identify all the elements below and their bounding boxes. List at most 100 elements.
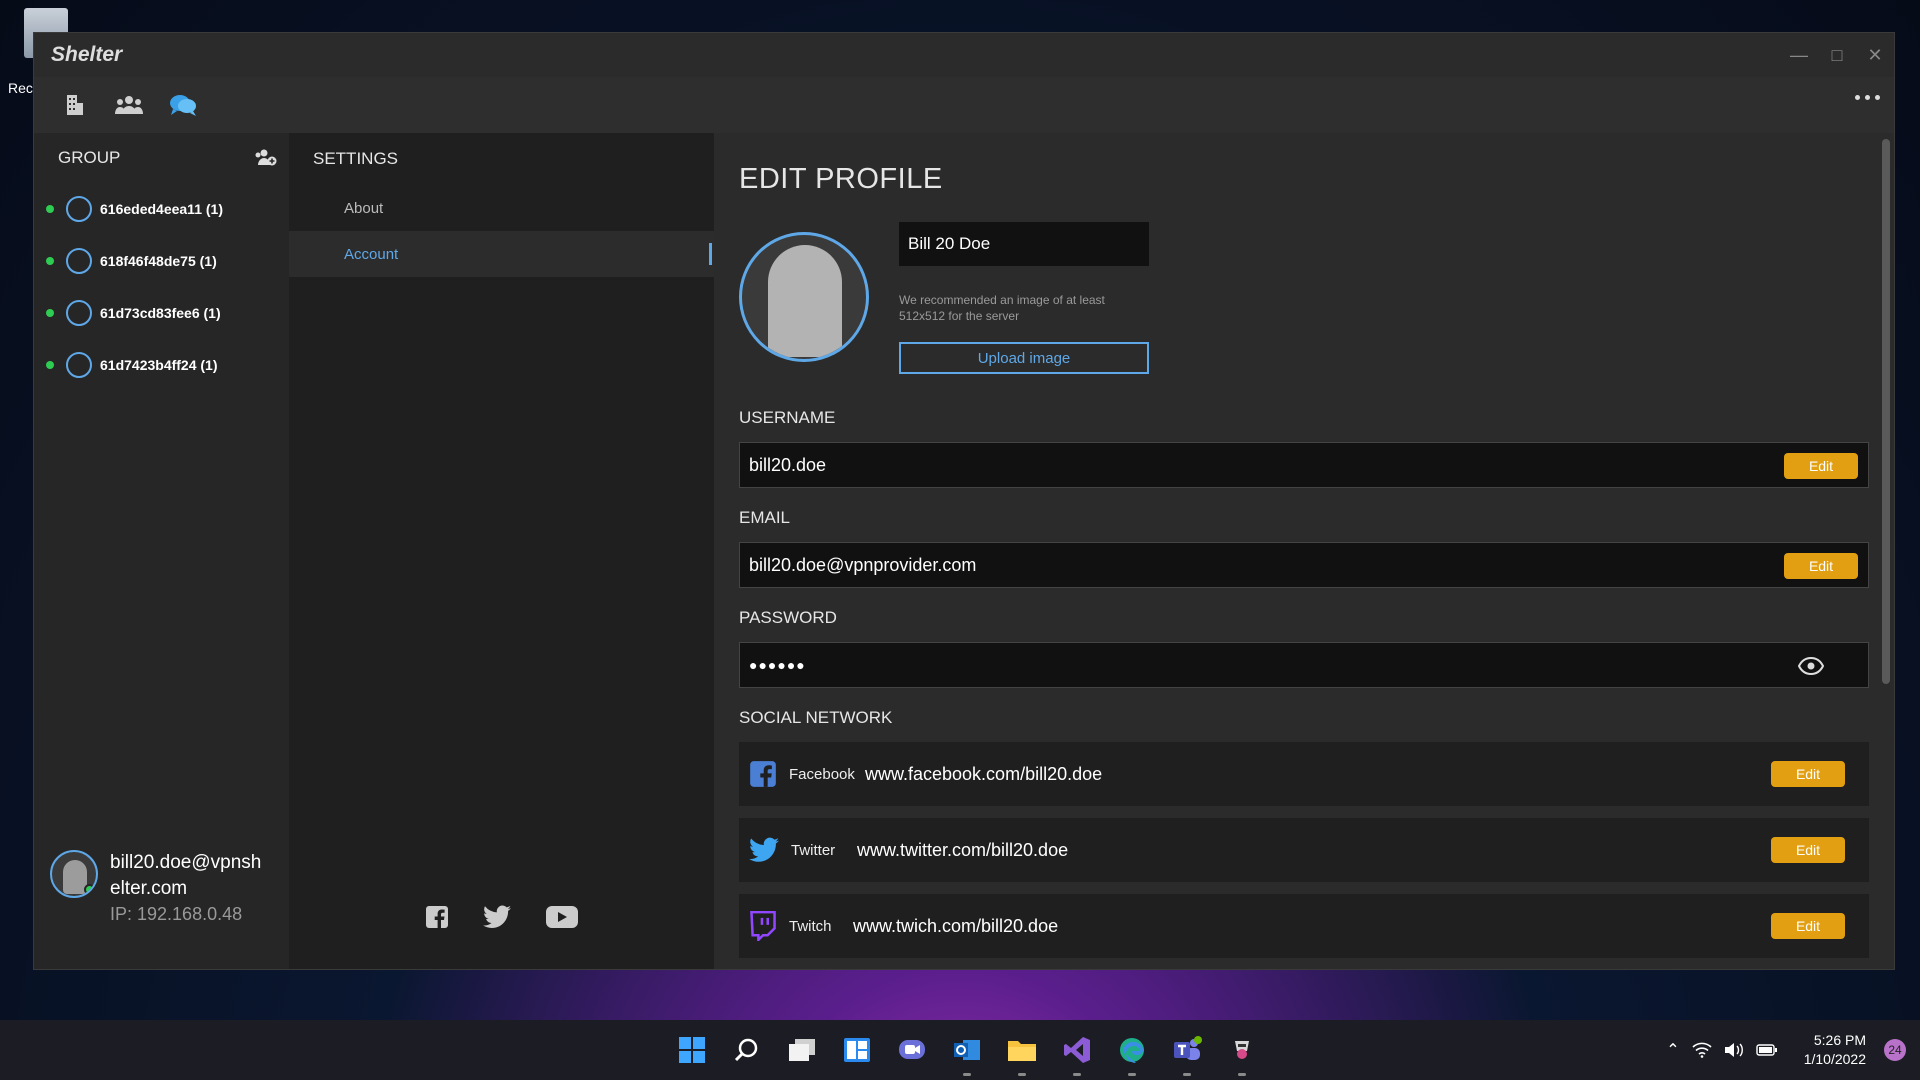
- outlook-icon: [953, 1040, 980, 1060]
- eye-icon[interactable]: [1798, 657, 1824, 675]
- twitter-icon: [749, 837, 779, 862]
- edit-facebook-button[interactable]: Edit: [1771, 761, 1845, 787]
- visual-studio-button[interactable]: [1049, 1020, 1104, 1080]
- password-field[interactable]: ●●●●●●: [739, 642, 1869, 688]
- maximize-button[interactable]: □: [1818, 33, 1856, 77]
- group-item[interactable]: 618f46f48de75 (1): [34, 235, 289, 287]
- chat-icon: [170, 95, 196, 116]
- online-indicator: [84, 884, 95, 895]
- social-url: www.twich.com/bill20.doe: [853, 915, 1059, 936]
- app-title: Shelter: [51, 43, 123, 66]
- file-explorer-icon: [1007, 1041, 1036, 1061]
- profile-avatar[interactable]: [739, 232, 869, 362]
- password-label: PASSWORD: [739, 608, 837, 627]
- window-controls: — □ ✕: [1780, 33, 1894, 77]
- online-indicator: [46, 361, 54, 369]
- online-indicator: [46, 257, 54, 265]
- online-indicator: [46, 309, 54, 317]
- edit-twitch-button[interactable]: Edit: [1771, 913, 1845, 939]
- edit-email-button[interactable]: Edit: [1784, 553, 1858, 579]
- social-network-name: Facebook: [789, 765, 855, 783]
- group-name: 61d73cd83fee6 (1): [100, 305, 221, 321]
- image-hint: We recommended an image of at least 512x…: [899, 293, 1105, 323]
- email-value: bill20.doe@vpnprovider.com: [749, 554, 977, 575]
- group-item[interactable]: 616eded4eea11 (1): [34, 183, 289, 235]
- twitter-icon[interactable]: [482, 905, 511, 929]
- system-tray: ⌃ 5:26 PM 1/10/2022 24: [1666, 1020, 1906, 1080]
- social-network-name: Twitch: [789, 917, 832, 935]
- task-view-icon: [788, 1039, 815, 1061]
- avatar: [50, 850, 98, 898]
- group-avatar: [66, 352, 92, 378]
- group-avatar: [66, 300, 92, 326]
- group-item[interactable]: 61d73cd83fee6 (1): [34, 287, 289, 339]
- settings-item-account[interactable]: Account: [289, 231, 714, 277]
- chat-app-button[interactable]: [884, 1020, 939, 1080]
- edit-twitter-button[interactable]: Edit: [1771, 837, 1845, 863]
- shelter-taskbar-button[interactable]: [1214, 1020, 1269, 1080]
- start-button[interactable]: [664, 1020, 719, 1080]
- facebook-icon[interactable]: [425, 905, 449, 929]
- title-bar: Shelter — □ ✕: [34, 33, 1894, 77]
- edge-button[interactable]: [1104, 1020, 1159, 1080]
- username-field[interactable]: bill20.doe Edit: [739, 442, 1869, 488]
- youtube-icon[interactable]: [545, 905, 579, 929]
- search-button[interactable]: [719, 1020, 774, 1080]
- settings-panel: SETTINGS About Account: [289, 133, 714, 969]
- teams-button[interactable]: [1159, 1020, 1214, 1080]
- clock-date: 1/10/2022: [1803, 1051, 1866, 1067]
- social-row-facebook: Facebook www.facebook.com/bill20.doe Edi…: [739, 742, 1869, 806]
- volume-icon[interactable]: [1724, 1042, 1744, 1058]
- group-icon: [115, 96, 143, 114]
- search-icon: [734, 1038, 757, 1062]
- widgets-button[interactable]: [829, 1020, 884, 1080]
- bell-avatar-icon: [768, 245, 842, 357]
- username-label: USERNAME: [739, 408, 836, 427]
- page-title: EDIT PROFILE: [739, 163, 943, 195]
- social-row-twitter: Twitter www.twitter.com/bill20.doe Edit: [739, 818, 1869, 882]
- notification-badge[interactable]: 24: [1884, 1039, 1906, 1061]
- settings-title: SETTINGS: [313, 149, 399, 168]
- social-network-name: Twitter: [791, 841, 836, 859]
- current-user-ip: IP: 192.168.0.48: [110, 904, 243, 924]
- group-header: GROUP: [34, 133, 289, 183]
- more-options-icon[interactable]: [1855, 95, 1880, 100]
- group-avatar: [66, 196, 92, 222]
- current-user-card[interactable]: bill20.doe@vpnshelter.com IP: 192.168.0.…: [50, 850, 270, 925]
- settings-item-about[interactable]: About: [289, 185, 714, 231]
- desktop-icon-label: Rec: [8, 80, 33, 96]
- file-explorer-button[interactable]: [994, 1020, 1049, 1080]
- add-group-icon[interactable]: [255, 147, 277, 167]
- window-body: GROUP 616eded4eea11 (1) 618f46f48de75 (1…: [34, 133, 1894, 969]
- scrollbar[interactable]: [1882, 139, 1890, 684]
- task-view-button[interactable]: [774, 1020, 829, 1080]
- close-button[interactable]: ✕: [1856, 33, 1894, 77]
- display-name-input[interactable]: [899, 222, 1149, 266]
- groups-button[interactable]: [102, 77, 156, 133]
- top-toolbar: [34, 77, 1894, 133]
- edit-username-button[interactable]: Edit: [1784, 453, 1858, 479]
- shelter-app-icon: [1234, 1041, 1249, 1059]
- social-footer: [289, 905, 714, 929]
- building-icon: [67, 95, 83, 115]
- teams-icon: [1173, 1036, 1202, 1060]
- username-value: bill20.doe: [749, 454, 827, 475]
- clock[interactable]: 5:26 PM 1/10/2022: [1804, 1031, 1866, 1069]
- minimize-button[interactable]: —: [1780, 33, 1818, 77]
- outlook-button[interactable]: [939, 1020, 994, 1080]
- upload-image-button[interactable]: Upload image: [899, 342, 1149, 374]
- social-url: www.facebook.com/bill20.doe: [865, 763, 1103, 784]
- email-field[interactable]: bill20.doe@vpnprovider.com Edit: [739, 542, 1869, 588]
- clock-time: 5:26 PM: [1813, 1032, 1866, 1048]
- group-name: 616eded4eea11 (1): [100, 201, 223, 217]
- wifi-icon[interactable]: [1692, 1042, 1712, 1058]
- edge-canary-icon: [1119, 1038, 1144, 1063]
- online-indicator: [46, 205, 54, 213]
- battery-icon[interactable]: [1756, 1043, 1778, 1057]
- servers-button[interactable]: [48, 77, 102, 133]
- teams-chat-icon: [898, 1040, 925, 1059]
- chevron-up-icon[interactable]: ⌃: [1666, 1040, 1679, 1060]
- group-item[interactable]: 61d7423b4ff24 (1): [34, 339, 289, 391]
- group-name: 618f46f48de75 (1): [100, 253, 217, 269]
- chat-button[interactable]: [156, 77, 210, 133]
